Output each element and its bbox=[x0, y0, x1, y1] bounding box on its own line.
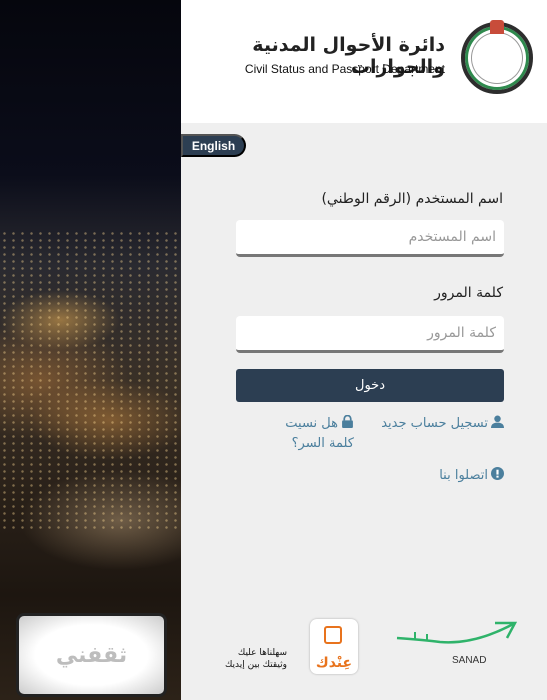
crown-icon bbox=[490, 20, 504, 34]
exclamation-circle-icon bbox=[491, 467, 504, 480]
slogan-line-2: وثيقتك بين إيديك bbox=[224, 660, 287, 670]
language-toggle-button[interactable]: English bbox=[181, 134, 246, 157]
user-icon bbox=[491, 415, 504, 428]
forgot-password-link[interactable]: هل نسيت كلمة السر؟ bbox=[259, 414, 354, 454]
thaqafni-banner[interactable]: ثقفني bbox=[16, 613, 167, 697]
slogan-line-1: سهلناها عليك bbox=[237, 648, 287, 658]
contact-link[interactable]: اتصلوا بنا bbox=[439, 466, 504, 486]
password-label: كلمة المرور bbox=[434, 285, 503, 301]
username-label: اسم المستخدم (الرقم الوطني) bbox=[321, 191, 503, 207]
thaqafni-text: ثقفني bbox=[55, 642, 128, 668]
andak-app-logo[interactable]: عِنْدك bbox=[310, 619, 358, 674]
login-button[interactable]: دخول bbox=[236, 369, 504, 402]
document-icon bbox=[324, 626, 342, 644]
register-link[interactable]: تسجيل حساب جديد bbox=[381, 414, 504, 434]
sanad-logo[interactable] bbox=[395, 620, 520, 655]
andak-text: عِنْدك bbox=[315, 655, 353, 671]
department-title-en: Civil Status and Passport Department bbox=[244, 62, 445, 76]
contact-text: اتصلوا بنا bbox=[439, 468, 488, 483]
andak-slogan: سهلناها عليك وثيقتك بين إيديك bbox=[225, 647, 287, 671]
register-text: تسجيل حساب جديد bbox=[381, 416, 488, 431]
lock-icon bbox=[342, 415, 353, 428]
password-input[interactable] bbox=[236, 316, 504, 353]
header: دائرة الأحوال المدنية والجوازات Civil St… bbox=[181, 0, 547, 123]
sanad-label: SANAD bbox=[452, 655, 487, 666]
username-input[interactable] bbox=[236, 220, 504, 257]
city-night-photo bbox=[0, 0, 181, 700]
